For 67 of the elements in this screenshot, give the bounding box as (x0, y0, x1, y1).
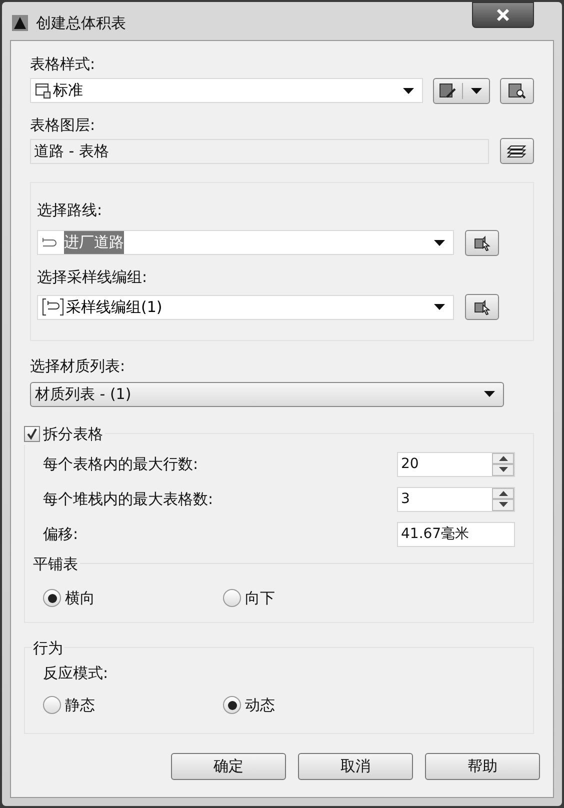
up-triangle-icon (498, 456, 508, 461)
radio-button[interactable] (223, 696, 241, 714)
dropdown-caret-icon (470, 88, 482, 94)
close-icon (496, 9, 510, 21)
dropdown-caret-icon (403, 88, 414, 94)
text-field[interactable]: 41.67毫米 (397, 522, 515, 546)
spin-down-button[interactable] (492, 499, 514, 510)
radio-button[interactable] (223, 589, 241, 608)
dropdown-caret-icon (434, 240, 445, 246)
spin-up-button[interactable] (492, 488, 514, 499)
radio-label: 静态 (65, 695, 95, 716)
number-spin-field[interactable]: 3 (397, 486, 515, 512)
radio-button[interactable] (43, 696, 61, 714)
field-label: 表格样式: (30, 54, 96, 75)
up-triangle-icon (498, 490, 508, 496)
pick-alignment-button[interactable] (465, 230, 499, 256)
radio-label: 横向 (65, 588, 95, 609)
field-label: 选择材质列表: (30, 356, 126, 377)
close-button[interactable] (472, 2, 534, 28)
number-spin-field[interactable]: 20 (397, 452, 515, 476)
window-title: 创建总体积表 (36, 13, 126, 34)
dropdown-field[interactable]: 采样线编组(1) (37, 294, 454, 320)
radio-label: 动态 (245, 695, 275, 716)
dropdown-caret-icon (484, 391, 495, 397)
field-value: 41.67毫米 (400, 524, 470, 544)
field-label: 每个堆栈内的最大表格数: (43, 488, 214, 510)
sample-line-icon (42, 298, 64, 316)
material-dropdown[interactable]: 材质列表 - (1) (30, 382, 504, 406)
pick-sample-line-button[interactable] (465, 294, 499, 320)
dropdown-value: 进厂道路 (64, 231, 124, 254)
preview-button[interactable] (500, 78, 534, 104)
field-label: 反应模式: (43, 662, 110, 684)
field-label: 选择路线: (37, 200, 104, 221)
radio-label: 向下 (245, 588, 275, 609)
dialog-button[interactable]: 帮助 (425, 752, 540, 780)
pick-cursor-icon (473, 299, 491, 315)
field-value: 20 (400, 454, 420, 474)
dropdown-value: 标准 (53, 80, 83, 102)
field-label: 选择采样线编组: (37, 266, 148, 288)
layers-icon (507, 144, 527, 158)
field-value: 3 (400, 490, 411, 508)
group-title: 平铺表 (32, 554, 79, 574)
dialog-button[interactable]: 确定 (171, 752, 286, 780)
pick-cursor-icon (473, 234, 491, 250)
table-style-icon (35, 82, 51, 98)
dropdown-value: 材质列表 - (1) (35, 384, 132, 405)
magnifier-icon (508, 82, 526, 98)
field-label: 偏移: (43, 524, 80, 545)
down-triangle-icon (498, 502, 508, 508)
layer-button[interactable] (500, 138, 534, 164)
app-logo-icon (12, 15, 28, 32)
spin-up-button[interactable] (492, 452, 514, 464)
field-label: 表格图层: (30, 114, 96, 136)
edit-pencil-icon (439, 82, 457, 98)
edit-style-split-button[interactable] (433, 78, 490, 104)
dropdown-caret-icon (434, 304, 445, 310)
layer-value: 道路 - 表格 (34, 140, 109, 162)
dropdown-value: 采样线编组(1) (66, 296, 162, 318)
dropdown-field[interactable]: 进厂道路 (37, 230, 454, 255)
dropdown-field[interactable]: 标准 (30, 78, 423, 103)
spin-down-button[interactable] (492, 464, 514, 476)
radio-button[interactable] (43, 589, 61, 608)
dialog-button[interactable]: 取消 (298, 752, 413, 780)
down-triangle-icon (498, 467, 508, 472)
checkbox[interactable] (24, 426, 40, 442)
checkbox-label: 拆分表格 (43, 424, 103, 444)
field-label: 每个表格内的最大行数: (43, 454, 200, 475)
